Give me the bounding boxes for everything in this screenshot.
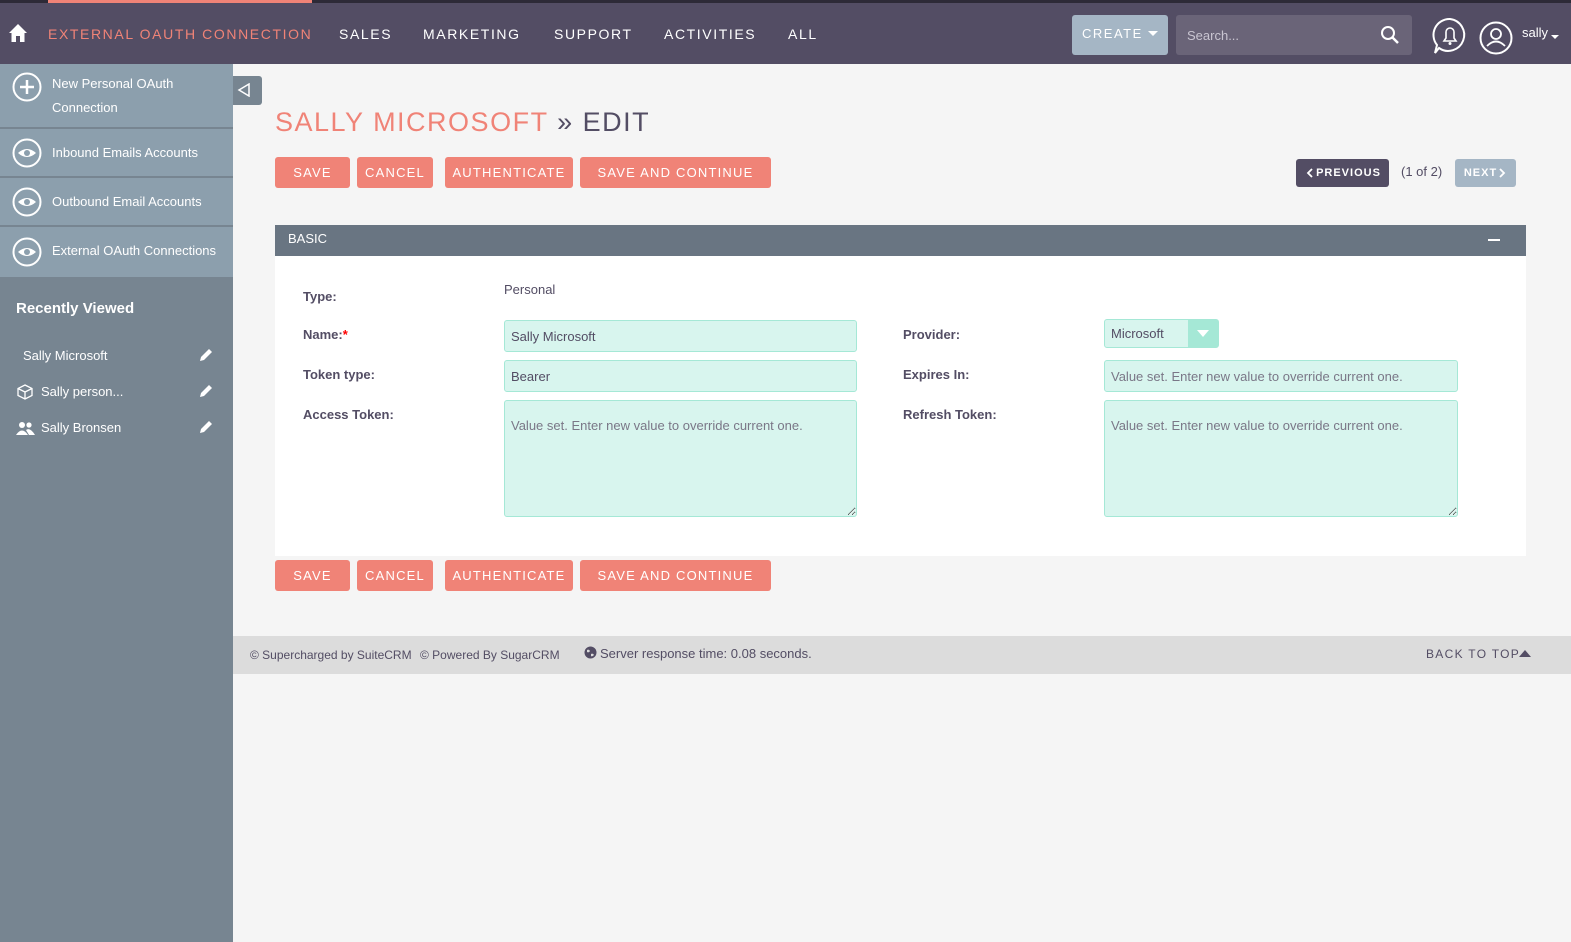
save-and-continue-button-bottom[interactable]: SAVE AND CONTINUE [580,560,771,591]
save-button-bottom[interactable]: SAVE [275,560,350,591]
back-to-top-link[interactable]: BACK TO TOP [1426,647,1520,661]
recent-item-label[interactable]: Sally Microsoft [23,348,108,363]
global-search [1176,15,1412,55]
nav-tab-marketing[interactable]: MARKETING [423,3,521,64]
authenticate-button-bottom[interactable]: AUTHENTICATE [445,560,573,591]
sidebar-action-label: Connection [52,100,118,115]
pencil-icon[interactable] [198,383,214,399]
sidebar-toggle-button[interactable] [233,76,262,105]
nav-tab-external-oauth-connection[interactable]: EXTERNAL OAUTH CONNECTION [48,0,313,61]
cancel-button[interactable]: CANCEL [357,157,433,188]
notification-bell-icon[interactable] [1432,17,1468,57]
required-marker: * [342,327,348,342]
eye-icon [12,237,42,267]
cube-icon [17,384,33,400]
users-icon [16,422,35,435]
caret-down-icon[interactable] [1551,35,1559,39]
sidebar-action-label: Outbound Email Accounts [52,194,202,209]
eye-icon [12,138,42,168]
caret-down-icon [1148,31,1158,36]
create-label: CREATE [1082,26,1143,41]
previous-button[interactable]: PREVIOUS [1296,159,1389,187]
expires-in-label: Expires In: [903,367,970,382]
recently-viewed-title: Recently Viewed [16,300,135,317]
recent-item-label[interactable]: Sally Bronsen [41,420,121,435]
sidebar-action-inbound-emails[interactable]: Inbound Emails Accounts [0,129,233,177]
save-button[interactable]: SAVE [275,157,350,188]
name-field[interactable] [504,320,857,352]
sidebar-action-label: New Personal OAuth [52,76,174,91]
provider-select[interactable]: Microsoft [1104,319,1219,348]
name-label-text: Name: [303,327,343,342]
arrow-up-icon[interactable] [1519,650,1531,657]
nav-tab-all[interactable]: ALL [788,3,818,64]
expires-in-field[interactable] [1104,360,1458,392]
recent-item[interactable]: Sally Bronsen [0,413,233,443]
token-type-field[interactable] [504,360,857,392]
recent-item-label[interactable]: Sally person... [41,384,123,399]
panel-title: BASIC [288,231,328,246]
top-navigation-bar: EXTERNAL OAUTH CONNECTION SALES MARKETIN… [0,0,1571,64]
access-token-label: Access Token: [303,407,394,422]
authenticate-button[interactable]: AUTHENTICATE [445,157,573,188]
dropdown-arrow[interactable] [1188,320,1218,347]
eye-icon [12,187,42,217]
provider-label: Provider: [903,327,961,342]
sugarcrm-credit[interactable]: © Powered By SugarCRM [420,648,560,662]
sidebar-action-outbound-email[interactable]: Outbound Email Accounts [0,178,233,226]
chevron-left-icon [1306,168,1313,178]
globe-icon [584,646,597,659]
footer: © Supercharged by SuiteCRM © Powered By … [233,636,1571,674]
pagination-count: (1 of 2) [1401,164,1443,179]
nav-tab-support[interactable]: SUPPORT [554,3,633,64]
token-type-label: Token type: [303,367,375,382]
plus-icon [12,72,42,102]
nav-tab-activities[interactable]: ACTIVITIES [664,3,756,64]
refresh-token-label: Refresh Token: [903,407,997,422]
chevron-right-icon [1499,168,1506,178]
next-button[interactable]: NEXT [1455,159,1516,187]
collapse-left-icon [237,83,250,97]
save-and-continue-button[interactable]: SAVE AND CONTINUE [580,157,771,188]
minimize-icon[interactable] [1488,239,1500,241]
pencil-icon[interactable] [198,419,214,435]
type-label: Type: [303,289,337,304]
search-icon[interactable] [1380,25,1400,45]
record-name-title: SALLY MICROSOFT [275,107,549,137]
refresh-token-field[interactable] [1104,400,1458,517]
sidebar-action-label: External OAuth Connections [52,243,217,258]
suitecrm-credit[interactable]: © Supercharged by SuiteCRM [250,648,412,662]
page-title: SALLY MICROSOFT » EDIT [275,107,650,138]
sidebar-action-external-oauth-connections[interactable]: External OAuth Connections [0,227,233,278]
previous-label: PREVIOUS [1316,167,1381,179]
panel-header[interactable]: BASIC [275,225,1526,256]
edit-title: EDIT [582,107,651,137]
recent-item[interactable]: Sally person... [0,377,233,407]
title-separator: » [557,107,574,137]
cancel-button-bottom[interactable]: CANCEL [357,560,433,591]
server-response-time: Server response time: 0.08 seconds. [600,646,812,661]
next-label: NEXT [1463,167,1498,179]
recent-item[interactable]: Sally Microsoft [0,341,233,371]
user-name[interactable]: sally [1522,25,1548,40]
sidebar-action-new-personal-oauth[interactable]: New Personal OAuth Connection [0,64,233,128]
create-button[interactable]: CREATE [1072,15,1168,55]
search-input[interactable] [1176,15,1376,55]
provider-selected-value: Microsoft [1111,326,1164,341]
home-icon[interactable] [8,23,28,43]
nav-tab-sales[interactable]: SALES [339,3,392,64]
access-token-field[interactable] [504,400,857,517]
user-avatar-icon[interactable] [1479,21,1513,55]
type-value: Personal [504,282,556,297]
sidebar-action-label: Inbound Emails Accounts [52,145,198,160]
name-label: Name:* [303,327,348,342]
caret-down-icon [1197,330,1209,337]
pencil-icon[interactable] [198,347,214,363]
sidebar: New Personal OAuth Connection Inbound Em… [0,64,233,942]
